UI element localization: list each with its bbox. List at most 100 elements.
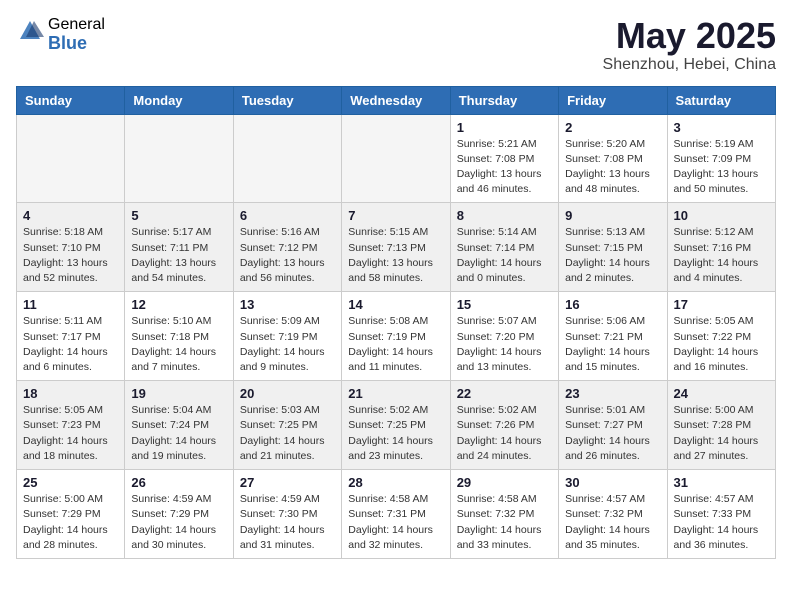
calendar-cell: 19 Sunrise: 5:04 AM Sunset: 7:24 PM Dayli… (125, 381, 233, 470)
weekday-header-saturday: Saturday (667, 86, 775, 114)
title-block: May 2025 Shenzhou, Hebei, China (603, 16, 776, 74)
day-info: Sunrise: 5:19 AM Sunset: 7:09 PM Dayligh… (674, 137, 769, 198)
day-number: 29 (457, 475, 552, 490)
calendar-week-row: 25Sunrise: 5:00 AM Sunset: 7:29 PM Dayli… (17, 470, 776, 559)
day-info: Sunrise: 5:02 AM Sunset: 7:25 PM Dayligh… (348, 403, 443, 464)
logo-blue: Blue (48, 34, 105, 54)
calendar-cell: 29 Sunrise: 4:58 AM Sunset: 7:32 PM Dayli… (450, 470, 558, 559)
day-info: Sunrise: 5:06 AM Sunset: 7:21 PM Dayligh… (565, 314, 660, 375)
weekday-header-tuesday: Tuesday (233, 86, 341, 114)
day-number: 14 (348, 297, 443, 312)
calendar-cell: 16 Sunrise: 5:06 AM Sunset: 7:21 PM Dayli… (559, 292, 667, 381)
day-number: 4 (23, 208, 118, 223)
day-number: 22 (457, 386, 552, 401)
page-header: General Blue May 2025 Shenzhou, Hebei, C… (16, 16, 776, 74)
calendar-cell: 28 Sunrise: 4:58 AM Sunset: 7:31 PM Dayli… (342, 470, 450, 559)
day-number: 6 (240, 208, 335, 223)
day-info: Sunrise: 5:14 AM Sunset: 7:14 PM Dayligh… (457, 225, 552, 286)
day-number: 10 (674, 208, 769, 223)
day-number: 20 (240, 386, 335, 401)
day-info: Sunrise: 5:05 AM Sunset: 7:22 PM Dayligh… (674, 314, 769, 375)
calendar-cell: 20 Sunrise: 5:03 AM Sunset: 7:25 PM Dayli… (233, 381, 341, 470)
day-info: Sunrise: 5:21 AM Sunset: 7:08 PM Dayligh… (457, 137, 552, 198)
weekday-header-friday: Friday (559, 86, 667, 114)
day-info: Sunrise: 4:58 AM Sunset: 7:31 PM Dayligh… (348, 492, 443, 553)
day-info: Sunrise: 5:20 AM Sunset: 7:08 PM Dayligh… (565, 137, 660, 198)
day-info: Sunrise: 4:59 AM Sunset: 7:29 PM Dayligh… (131, 492, 226, 553)
day-info: Sunrise: 5:01 AM Sunset: 7:27 PM Dayligh… (565, 403, 660, 464)
day-info: Sunrise: 5:07 AM Sunset: 7:20 PM Dayligh… (457, 314, 552, 375)
day-info: Sunrise: 5:00 AM Sunset: 7:28 PM Dayligh… (674, 403, 769, 464)
day-info: Sunrise: 5:02 AM Sunset: 7:26 PM Dayligh… (457, 403, 552, 464)
calendar-cell: 8 Sunrise: 5:14 AM Sunset: 7:14 PM Daylig… (450, 203, 558, 292)
day-number: 1 (457, 120, 552, 135)
day-info: Sunrise: 5:12 AM Sunset: 7:16 PM Dayligh… (674, 225, 769, 286)
calendar-week-row: 4Sunrise: 5:18 AM Sunset: 7:10 PM Daylig… (17, 203, 776, 292)
calendar-cell: 26 Sunrise: 4:59 AM Sunset: 7:29 PM Dayli… (125, 470, 233, 559)
day-info: Sunrise: 5:16 AM Sunset: 7:12 PM Dayligh… (240, 225, 335, 286)
day-info: Sunrise: 4:57 AM Sunset: 7:32 PM Dayligh… (565, 492, 660, 553)
day-number: 27 (240, 475, 335, 490)
day-number: 11 (23, 297, 118, 312)
day-number: 7 (348, 208, 443, 223)
calendar-cell: 12 Sunrise: 5:10 AM Sunset: 7:18 PM Dayli… (125, 292, 233, 381)
calendar-cell: 23Sunrise: 5:01 AM Sunset: 7:27 PM Dayli… (559, 381, 667, 470)
calendar-cell: 7 Sunrise: 5:15 AM Sunset: 7:13 PM Daylig… (342, 203, 450, 292)
day-number: 25 (23, 475, 118, 490)
calendar-cell: 17Sunrise: 5:05 AM Sunset: 7:22 PM Dayli… (667, 292, 775, 381)
calendar-week-row: 18Sunrise: 5:05 AM Sunset: 7:23 PM Dayli… (17, 381, 776, 470)
calendar-cell (233, 114, 341, 203)
calendar-cell: 2 Sunrise: 5:20 AM Sunset: 7:08 PM Daylig… (559, 114, 667, 203)
calendar-week-row: 1 Sunrise: 5:21 AM Sunset: 7:08 PM Daylig… (17, 114, 776, 203)
day-number: 8 (457, 208, 552, 223)
weekday-header-sunday: Sunday (17, 86, 125, 114)
weekday-header-thursday: Thursday (450, 86, 558, 114)
calendar: SundayMondayTuesdayWednesdayThursdayFrid… (16, 86, 776, 559)
calendar-cell: 31Sunrise: 4:57 AM Sunset: 7:33 PM Dayli… (667, 470, 775, 559)
calendar-cell (125, 114, 233, 203)
day-number: 15 (457, 297, 552, 312)
logo-text: General Blue (48, 16, 105, 53)
weekday-header-wednesday: Wednesday (342, 86, 450, 114)
day-number: 31 (674, 475, 769, 490)
day-number: 26 (131, 475, 226, 490)
day-number: 3 (674, 120, 769, 135)
day-info: Sunrise: 5:03 AM Sunset: 7:25 PM Dayligh… (240, 403, 335, 464)
day-info: Sunrise: 5:15 AM Sunset: 7:13 PM Dayligh… (348, 225, 443, 286)
day-number: 21 (348, 386, 443, 401)
calendar-week-row: 11Sunrise: 5:11 AM Sunset: 7:17 PM Dayli… (17, 292, 776, 381)
calendar-cell: 21 Sunrise: 5:02 AM Sunset: 7:25 PM Dayli… (342, 381, 450, 470)
calendar-cell: 15 Sunrise: 5:07 AM Sunset: 7:20 PM Dayli… (450, 292, 558, 381)
day-number: 19 (131, 386, 226, 401)
calendar-cell (342, 114, 450, 203)
month-year: May 2025 (603, 16, 776, 56)
day-info: Sunrise: 5:09 AM Sunset: 7:19 PM Dayligh… (240, 314, 335, 375)
day-number: 2 (565, 120, 660, 135)
calendar-cell: 10 Sunrise: 5:12 AM Sunset: 7:16 PM Dayli… (667, 203, 775, 292)
day-number: 16 (565, 297, 660, 312)
day-info: Sunrise: 5:08 AM Sunset: 7:19 PM Dayligh… (348, 314, 443, 375)
calendar-cell: 6 Sunrise: 5:16 AM Sunset: 7:12 PM Daylig… (233, 203, 341, 292)
day-number: 28 (348, 475, 443, 490)
day-number: 13 (240, 297, 335, 312)
day-info: Sunrise: 5:04 AM Sunset: 7:24 PM Dayligh… (131, 403, 226, 464)
calendar-cell: 4Sunrise: 5:18 AM Sunset: 7:10 PM Daylig… (17, 203, 125, 292)
day-number: 9 (565, 208, 660, 223)
calendar-cell: 22 Sunrise: 5:02 AM Sunset: 7:26 PM Dayli… (450, 381, 558, 470)
calendar-cell: 25Sunrise: 5:00 AM Sunset: 7:29 PM Dayli… (17, 470, 125, 559)
day-number: 18 (23, 386, 118, 401)
day-info: Sunrise: 4:59 AM Sunset: 7:30 PM Dayligh… (240, 492, 335, 553)
calendar-cell: 24 Sunrise: 5:00 AM Sunset: 7:28 PM Dayli… (667, 381, 775, 470)
day-number: 24 (674, 386, 769, 401)
day-number: 5 (131, 208, 226, 223)
logo: General Blue (16, 16, 105, 53)
day-info: Sunrise: 5:13 AM Sunset: 7:15 PM Dayligh… (565, 225, 660, 286)
calendar-cell: 3 Sunrise: 5:19 AM Sunset: 7:09 PM Daylig… (667, 114, 775, 203)
day-number: 12 (131, 297, 226, 312)
location: Shenzhou, Hebei, China (603, 56, 776, 74)
day-info: Sunrise: 5:10 AM Sunset: 7:18 PM Dayligh… (131, 314, 226, 375)
calendar-cell: 14 Sunrise: 5:08 AM Sunset: 7:19 PM Dayli… (342, 292, 450, 381)
calendar-cell: 18Sunrise: 5:05 AM Sunset: 7:23 PM Dayli… (17, 381, 125, 470)
day-info: Sunrise: 4:58 AM Sunset: 7:32 PM Dayligh… (457, 492, 552, 553)
day-info: Sunrise: 5:17 AM Sunset: 7:11 PM Dayligh… (131, 225, 226, 286)
